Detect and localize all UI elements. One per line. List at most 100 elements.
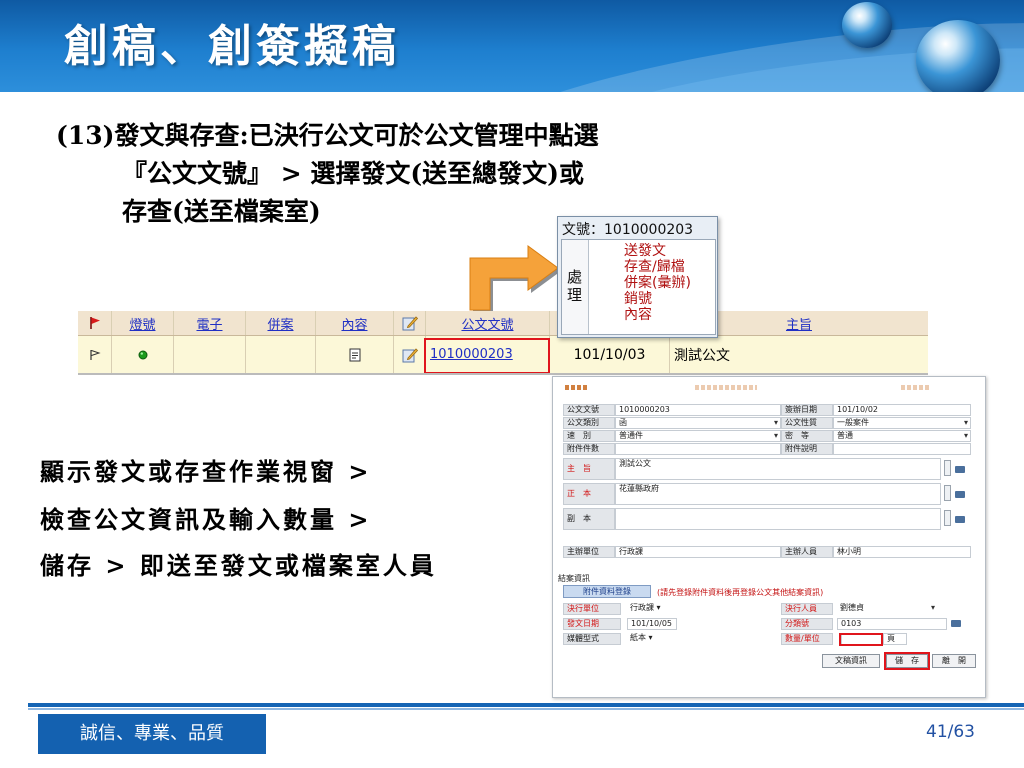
step-line-3: 儲存 > 即送至發文或檔案室人員 [40, 551, 437, 580]
doc-number-highlight-box [424, 338, 550, 374]
row-light-cell [112, 336, 174, 373]
attach-data-tab[interactable]: 附件資料登錄 [563, 585, 651, 598]
green-status-light-icon [138, 350, 147, 359]
attach-desc-input[interactable] [833, 443, 971, 455]
col-docno-header[interactable]: 公文文號 [426, 311, 550, 335]
attach-count-label: 附件件數 [563, 443, 615, 455]
category-label: 公文類別 [563, 417, 615, 429]
edit-pencil-icon[interactable] [402, 347, 418, 363]
class-no-picker-icon[interactable] [951, 620, 961, 627]
dialog-row-speed: 速 別 普通件 密 等 普通 [563, 430, 973, 442]
main-to-scroll-spinner[interactable] [944, 485, 951, 501]
close-info-section-label: 結案資訊 [558, 574, 590, 583]
media-select[interactable]: 紙本 ▾ [627, 633, 687, 645]
send-date-input[interactable]: 101/10/05 [627, 618, 677, 630]
row-merge-cell [246, 336, 316, 373]
copy-to-picker-icon[interactable] [955, 516, 965, 523]
decorative-orb-large [916, 20, 1000, 92]
dialog-row-media: 媒體型式 紙本 ▾ 數量/單位 頁 [563, 633, 973, 645]
instruction-line-2: 『公文文號』 > 選擇發文(送至總發文)或 [122, 159, 585, 188]
speed-select[interactable]: 普通件 [615, 430, 781, 442]
attach-desc-label: 附件說明 [781, 443, 833, 455]
col-subject-label[interactable]: 主旨 [786, 314, 812, 333]
dialog-row-attach: 附件件數 附件說明 [563, 443, 973, 455]
secret-select[interactable]: 普通 [833, 430, 971, 442]
category-select[interactable]: 函 [615, 417, 781, 429]
document-content-icon[interactable] [349, 348, 361, 362]
nature-select[interactable]: 一般案件 [833, 417, 971, 429]
copy-to-label: 副 本 [563, 508, 615, 530]
copy-to-scroll-spinner[interactable] [944, 510, 951, 526]
col-docno-label[interactable]: 公文文號 [461, 314, 513, 333]
doc-action-popup: 文號：1010000203 處 理 送發文 存查/歸檔 併案(彙辦) 銷號 內容 [557, 216, 718, 338]
col-light-header[interactable]: 燈號 [112, 311, 174, 335]
row-date-cell: 101/10/03 [550, 336, 670, 373]
popup-docno-value: 1010000203 [604, 222, 694, 238]
dialog-row-subject: 主 旨 測試公文 [563, 458, 973, 480]
popup-option-merge[interactable]: 併案(彙辦) [624, 276, 691, 291]
col-merge-header[interactable]: 併案 [246, 311, 316, 335]
sign-date-label: 簽辦日期 [781, 404, 833, 416]
decide-person-label: 決行人員 [781, 603, 833, 615]
media-value: 紙本 [630, 633, 646, 642]
popup-side-text: 處 理 [567, 268, 583, 304]
dialog-row-copy-to: 副 本 [563, 508, 973, 530]
decide-unit-value: 行政課 [630, 603, 654, 612]
attach-count-input[interactable] [615, 443, 781, 455]
footer-rule-thin [28, 708, 1024, 710]
col-content-label[interactable]: 內容 [341, 314, 367, 333]
subject-phrase-icon[interactable] [955, 466, 965, 473]
subject-scroll-spinner[interactable] [944, 460, 951, 476]
slide-title: 創稿、創簽擬稿 [64, 21, 400, 72]
page-number: 41/63 [926, 722, 975, 742]
main-to-textarea[interactable]: 花蓮縣政府 [615, 483, 941, 505]
main-to-picker-icon[interactable] [955, 491, 965, 498]
flag-outline-icon [89, 349, 101, 360]
popup-option-archive[interactable]: 存查/歸檔 [624, 260, 685, 275]
secret-label: 密 等 [781, 430, 833, 442]
decide-unit-select[interactable]: 行政課 ▾ [627, 603, 687, 615]
col-flag [78, 311, 112, 335]
col-light-label[interactable]: 燈號 [129, 314, 155, 333]
attach-hint-text: (請先登錄附件資料後再登錄公文其他結案資訊) [657, 588, 824, 597]
col-electronic-label[interactable]: 電子 [196, 314, 222, 333]
row-edit-cell[interactable] [394, 336, 426, 373]
unit-input[interactable]: 頁 [883, 633, 907, 645]
host-person-label: 主辦人員 [781, 546, 833, 558]
table-header-row: 燈號 電子 併案 內容 公文文號 主旨 [78, 311, 928, 336]
col-edit [394, 311, 426, 335]
qty-label: 數量/單位 [781, 633, 833, 645]
instruction-line-3: 存查(送至檔案室) [122, 197, 321, 226]
footer-motto: 誠信、專業、品質 [38, 714, 266, 754]
slide-header: 創稿、創簽擬稿 [0, 0, 1024, 92]
host-unit-label: 主辦單位 [563, 546, 615, 558]
dialog-row-main-to: 正 本 花蓮縣政府 [563, 483, 973, 505]
col-content-header[interactable]: 內容 [316, 311, 394, 335]
step-line-1: 顯示發文或存查作業視窗 > [40, 457, 372, 486]
dialog-title-mark [565, 385, 587, 390]
edit-pencil-icon [402, 316, 418, 331]
copy-to-textarea[interactable] [615, 508, 941, 530]
popup-option-content[interactable]: 內容 [624, 308, 652, 323]
subject-label: 主 旨 [563, 458, 615, 480]
popup-option-send[interactable]: 送發文 [624, 244, 666, 259]
qty-highlight-box [839, 633, 883, 646]
dialog-title-mark-2 [695, 385, 757, 390]
dialog-row-decide: 決行單位 行政課 ▾ 決行人員 劉德貞 [563, 603, 973, 615]
save-highlight-box [884, 652, 930, 670]
step-line-2: 檢查公文資訊及輸入數量 > [40, 505, 372, 534]
subject-textarea[interactable]: 測試公文 [615, 458, 941, 480]
col-electronic-header[interactable]: 電子 [174, 311, 246, 335]
popup-option-cancel-number[interactable]: 銷號 [624, 292, 652, 307]
send-date-label: 發文日期 [563, 618, 621, 630]
row-content-cell[interactable] [316, 336, 394, 373]
decide-person-select[interactable]: 劉德貞 [837, 603, 937, 615]
decorative-orb-small [842, 2, 892, 48]
doc-no-field: 1010000203 [615, 404, 781, 416]
dialog-row-category: 公文類別 函 公文性質 一般案件 [563, 417, 973, 429]
class-no-input[interactable]: 0103 [837, 618, 947, 630]
col-merge-label[interactable]: 併案 [267, 314, 293, 333]
leave-button[interactable]: 離 開 [932, 654, 976, 668]
draft-info-button[interactable]: 文稿資訊 [822, 654, 880, 668]
row-electronic-cell [174, 336, 246, 373]
